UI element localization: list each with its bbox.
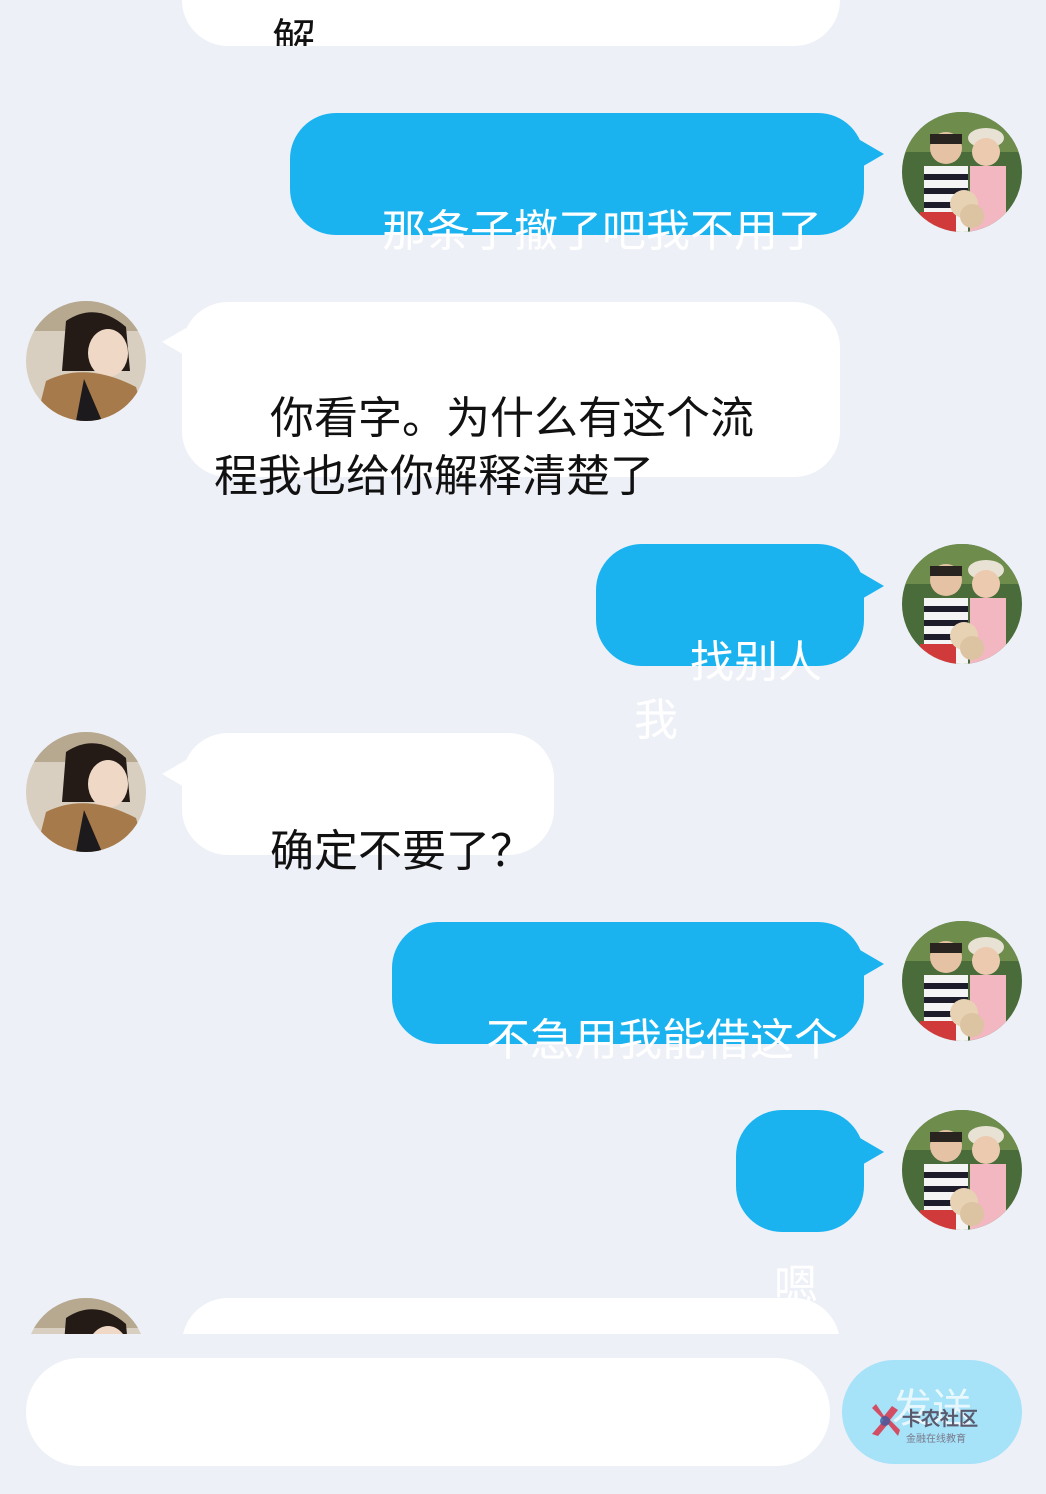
outgoing-message-bubble[interactable]: 嗯 <box>736 1110 864 1312</box>
message-text: 那条子撤了吧我不用了 <box>381 206 822 257</box>
contact-avatar-photo-icon <box>26 732 146 852</box>
kanong-logo-icon <box>872 1404 900 1436</box>
contact-avatar[interactable] <box>26 732 146 852</box>
contact-avatar-photo-icon <box>26 1298 146 1334</box>
watermark-title: 卡农社区 <box>902 1408 979 1430</box>
contact-avatar[interactable] <box>26 301 146 421</box>
message-text: 解 <box>271 15 316 46</box>
outgoing-message-bubble[interactable]: 找别人我 <box>596 544 864 746</box>
message-text: 找别人我 <box>634 637 822 746</box>
bubble-tail <box>860 572 884 600</box>
outgoing-message-bubble[interactable]: 那条子撤了吧我不用了 <box>290 113 864 257</box>
message-input[interactable] <box>26 1358 830 1466</box>
chat-message-list[interactable]: 解 那条子撤了吧我不用了 你看字。为什么有这个流 程我也给你解释清楚了 找别人我… <box>0 0 1046 1334</box>
contact-avatar-photo-icon <box>26 301 146 421</box>
self-avatar[interactable] <box>902 112 1022 232</box>
self-avatar[interactable] <box>902 1110 1022 1230</box>
incoming-message-bubble[interactable]: 你看字。为什么有这个流 程我也给你解释清楚了 <box>182 302 840 502</box>
self-avatar[interactable] <box>902 544 1022 664</box>
message-text: 确定不要了？ <box>269 826 534 877</box>
bubble-tail <box>860 1138 884 1166</box>
message-text: 不急用我能借这个 <box>485 1015 838 1066</box>
self-avatar-photo-icon <box>902 112 1022 232</box>
self-avatar[interactable] <box>902 921 1022 1041</box>
bubble-tail <box>860 950 884 978</box>
watermark: 卡农社区 金融在线教育 <box>868 1400 998 1448</box>
bubble-tail <box>860 140 884 168</box>
watermark-subtitle: 金融在线教育 <box>906 1434 966 1445</box>
message-text: 你看字。为什么有这个流 程我也给你解释清楚了 <box>214 393 754 502</box>
self-avatar-photo-icon <box>902 921 1022 1041</box>
self-avatar-photo-icon <box>902 544 1022 664</box>
incoming-message-bubble[interactable]: 解 <box>182 0 840 46</box>
contact-avatar[interactable] <box>26 1298 146 1334</box>
outgoing-message-bubble[interactable]: 不急用我能借这个 <box>392 922 864 1066</box>
self-avatar-photo-icon <box>902 1110 1022 1230</box>
incoming-message-bubble[interactable] <box>182 1298 840 1334</box>
incoming-message-bubble[interactable]: 确定不要了？ <box>182 733 554 877</box>
